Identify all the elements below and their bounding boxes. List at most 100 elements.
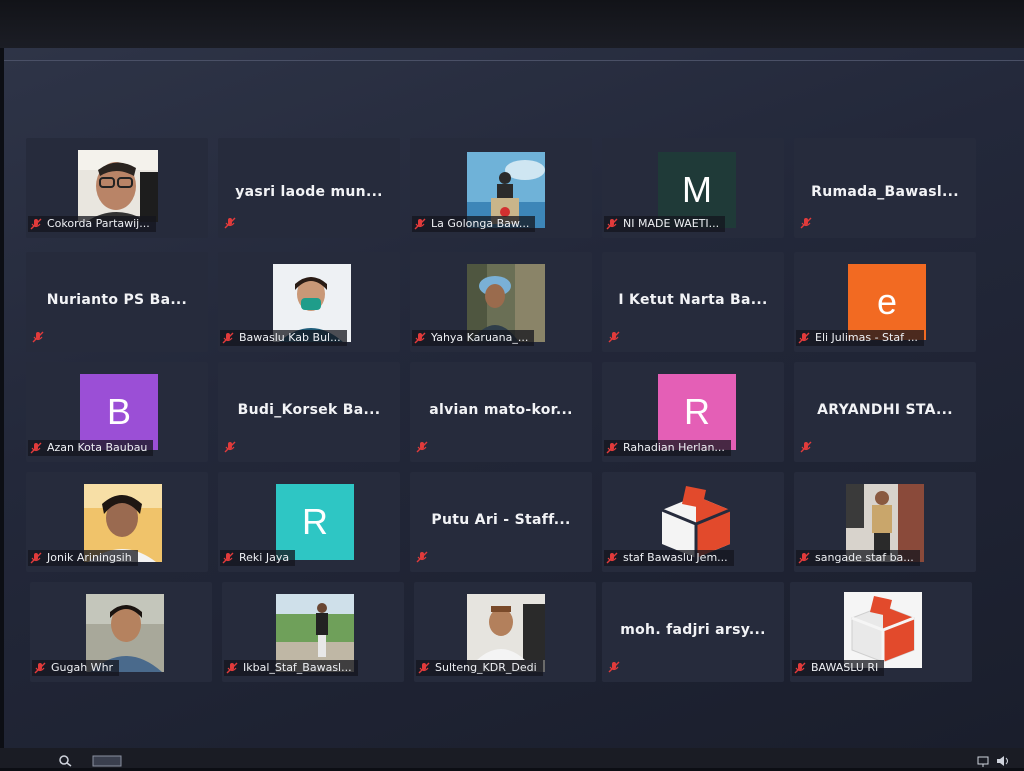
participant-name-display: Nurianto PS Ba... <box>46 292 188 308</box>
participant-tile[interactable]: Cokorda Partawij... <box>26 138 208 238</box>
participant-label: Gugah Whr <box>32 660 120 676</box>
microphone-muted-icon <box>798 332 810 344</box>
microphone-muted-icon <box>414 218 426 230</box>
participant-name: Ikbal_Staf_Bawasl... <box>243 661 352 674</box>
participant-tile[interactable]: Bawaslu Kab Bul... <box>218 252 400 352</box>
participant-photo <box>78 150 158 222</box>
participant-tile[interactable]: B Azan Kota Baubau <box>26 362 208 462</box>
microphone-muted-icon <box>224 217 236 229</box>
participant-name-display: ARYANDHI STA... <box>817 402 953 418</box>
participant-tile[interactable]: moh. fadjri arsy... <box>602 582 784 682</box>
participant-tile[interactable]: I Ketut Narta Ba... <box>602 252 784 352</box>
microphone-muted-icon <box>222 552 234 564</box>
microphone-muted-icon <box>800 217 812 229</box>
participant-tile[interactable]: La Golonga Baw... <box>410 138 592 238</box>
participant-tile[interactable]: ARYANDHI STA... <box>794 362 976 462</box>
participant-name: sangade staf ba... <box>815 551 914 564</box>
participant-tile[interactable]: R Rahadian Herlan... <box>602 362 784 462</box>
task-view-icon[interactable] <box>92 752 122 767</box>
participant-tile[interactable]: e Eli Julimas - Staf ... <box>794 252 976 352</box>
microphone-muted-icon <box>226 662 238 674</box>
participant-name: NI MADE WAETI... <box>623 217 720 230</box>
participant-name: Bawaslu Kab Bul... <box>239 331 341 344</box>
participant-name-display: moh. fadjri arsy... <box>620 622 766 638</box>
participant-name-display: Putu Ari - Staff... <box>431 512 571 528</box>
participant-tile[interactable]: Nurianto PS Ba... <box>26 252 208 352</box>
participant-tile[interactable]: Budi_Korsek Ba... <box>218 362 400 462</box>
microphone-muted-icon <box>224 441 236 453</box>
microphone-muted-icon <box>34 662 46 674</box>
participant-label: sangade staf ba... <box>796 550 920 566</box>
participant-label: Cokorda Partawij... <box>28 216 156 232</box>
participant-label: Ikbal_Staf_Bawasl... <box>224 660 358 676</box>
participant-name: Rahadian Herlan... <box>623 441 725 454</box>
microphone-muted-icon <box>608 331 620 343</box>
participant-tile[interactable]: Yahya Karuana_... <box>410 252 592 352</box>
participant-tile[interactable]: Jonik Ariningsih <box>26 472 208 572</box>
microphone-muted-icon <box>418 662 430 674</box>
microphone-muted-icon <box>798 552 810 564</box>
microphone-muted-icon <box>606 442 618 454</box>
participant-label: NI MADE WAETI... <box>604 216 726 232</box>
participant-tile[interactable]: Gugah Whr <box>30 582 212 682</box>
participant-tile[interactable]: yasri laode mun... <box>218 138 400 238</box>
microphone-muted-icon <box>30 552 42 564</box>
participant-name-display: Budi_Korsek Ba... <box>237 402 381 418</box>
participant-label: Jonik Ariningsih <box>28 550 138 566</box>
participant-name: BAWASLU RI <box>811 661 879 674</box>
microphone-muted-icon <box>606 218 618 230</box>
participant-label: BAWASLU RI <box>792 660 885 676</box>
microphone-muted-icon <box>794 662 806 674</box>
participant-label: Eli Julimas - Staf ... <box>796 330 924 346</box>
microphone-muted-icon <box>30 442 42 454</box>
participant-name: Azan Kota Baubau <box>47 441 148 454</box>
participant-label: Bawaslu Kab Bul... <box>220 330 347 346</box>
participant-label: Rahadian Herlan... <box>604 440 731 456</box>
microphone-muted-icon <box>606 552 618 564</box>
participant-name: Cokorda Partawij... <box>47 217 150 230</box>
participant-name-display: alvian mato-kor... <box>429 402 573 418</box>
bawaslu-logo <box>844 592 922 668</box>
participant-tile[interactable]: Ikbal_Staf_Bawasl... <box>222 582 404 682</box>
participant-name: Sulteng_KDR_Dedi <box>435 661 537 674</box>
monitor-bezel <box>0 0 1024 48</box>
participant-label: La Golonga Baw... <box>412 216 536 232</box>
participant-name-display: Rumada_Bawasl... <box>811 184 959 200</box>
participant-label: Azan Kota Baubau <box>28 440 154 456</box>
participant-name-display: yasri laode mun... <box>235 184 383 200</box>
microphone-muted-icon <box>222 332 234 344</box>
participant-tile[interactable]: alvian mato-kor... <box>410 362 592 462</box>
search-icon[interactable] <box>58 752 72 767</box>
participant-label: Reki Jaya <box>220 550 296 566</box>
participant-tile[interactable]: Putu Ari - Staff... <box>410 472 592 572</box>
participant-name: La Golonga Baw... <box>431 217 530 230</box>
participant-tile[interactable]: Rumada_Bawasl... <box>794 138 976 238</box>
microphone-muted-icon <box>414 332 426 344</box>
microphone-muted-icon <box>608 661 620 673</box>
participant-name: Yahya Karuana_... <box>431 331 529 344</box>
participant-tile[interactable]: Sulteng_KDR_Dedi <box>414 582 596 682</box>
participant-name: Eli Julimas - Staf ... <box>815 331 918 344</box>
participant-name: staf Bawaslu Jem... <box>623 551 728 564</box>
taskbar <box>0 748 1024 768</box>
microphone-muted-icon <box>416 441 428 453</box>
volume-icon[interactable] <box>996 752 1010 766</box>
participant-label: Yahya Karuana_... <box>412 330 535 346</box>
participant-avatar: e <box>848 264 926 340</box>
microphone-muted-icon <box>30 218 42 230</box>
participant-tile[interactable]: R Reki Jaya <box>218 472 400 572</box>
microphone-muted-icon <box>416 551 428 563</box>
participant-name-display: I Ketut Narta Ba... <box>618 292 768 308</box>
microphone-muted-icon <box>800 441 812 453</box>
participant-name: Gugah Whr <box>51 661 114 674</box>
participant-label: staf Bawaslu Jem... <box>604 550 734 566</box>
participant-tile[interactable]: BAWASLU RI <box>790 582 972 682</box>
participant-label: Sulteng_KDR_Dedi <box>416 660 543 676</box>
participant-tile[interactable]: sangade staf ba... <box>794 472 976 572</box>
participant-tile[interactable]: staf Bawaslu Jem... <box>602 472 784 572</box>
screen-top-edge <box>4 60 1024 61</box>
network-icon[interactable] <box>976 752 990 767</box>
microphone-muted-icon <box>32 331 44 343</box>
participant-avatar: B <box>80 374 158 450</box>
participant-tile[interactable]: M NI MADE WAETI... <box>602 138 784 238</box>
